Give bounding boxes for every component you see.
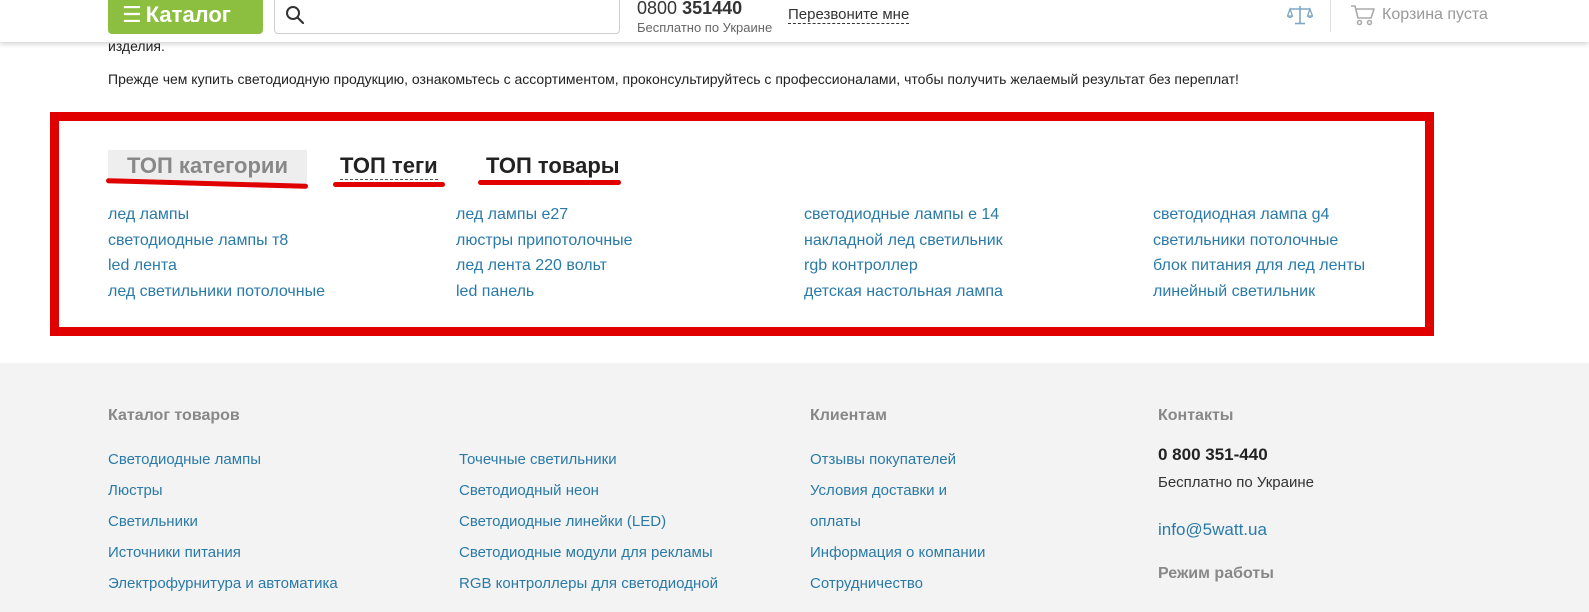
red-underline-goods xyxy=(478,180,621,185)
cart-button[interactable]: Корзина пуста xyxy=(1350,4,1488,26)
top-link[interactable]: светильники потолочные xyxy=(1153,228,1365,254)
catalog-button-label: Каталог xyxy=(145,1,231,27)
footer-link[interactable]: Источники питания xyxy=(108,537,338,568)
footer-phone[interactable]: 0 800 351-440 xyxy=(1158,445,1268,465)
footer-link[interactable]: Сотрудничество xyxy=(810,568,985,599)
burger-icon: ☰ xyxy=(122,1,142,27)
footer-link[interactable]: Светильники xyxy=(108,506,338,537)
top-link[interactable]: накладной лед светильник xyxy=(804,228,1003,254)
footer-link[interactable]: Электрофурнитура и автоматика xyxy=(108,568,338,599)
intro-text: Прежде чем купить светодиодную продукцию… xyxy=(108,71,1239,87)
footer-link[interactable]: Светодиодный неон xyxy=(459,475,718,506)
tab-top-goods[interactable]: ТОП товары xyxy=(486,153,620,179)
site-footer: Каталог товаров Светодиодные лампы Люстр… xyxy=(0,363,1589,612)
compare-scales-icon[interactable] xyxy=(1287,4,1313,26)
top-link[interactable]: лед лампы е27 xyxy=(456,202,633,228)
footer-catalog-title: Каталог товаров xyxy=(108,407,240,424)
top-link[interactable]: блок питания для лед ленты xyxy=(1153,253,1365,279)
phone-subtitle: Бесплатно по Украине xyxy=(637,20,773,35)
footer-link[interactable]: Люстры xyxy=(108,475,338,506)
header-phone[interactable]: 0800 351440 xyxy=(637,0,742,18)
search-icon[interactable] xyxy=(285,5,305,25)
phone-prefix: 0800 xyxy=(637,0,678,18)
top-link[interactable]: лед лента 220 вольт xyxy=(456,253,633,279)
callback-link[interactable]: Перезвоните мне xyxy=(788,6,910,24)
top-link[interactable]: led панель xyxy=(456,279,633,305)
top-link[interactable]: люстры припотолочные xyxy=(456,228,633,254)
footer-link[interactable]: Светодиодные линейки (LED) xyxy=(459,506,718,537)
footer-clients-col: Отзывы покупателей Условия доставки и оп… xyxy=(810,444,985,599)
red-underline-tags xyxy=(333,182,445,187)
footer-phone-subtitle: Бесплатно по Украине xyxy=(1158,474,1314,491)
top-link[interactable]: led лента xyxy=(108,253,325,279)
footer-link[interactable]: RGB контроллеры для светодиодной xyxy=(459,568,718,599)
top-links-col-4: светодиодная лампа g4 светильники потоло… xyxy=(1153,202,1365,304)
top-links-col-1: лед лампы светодиодные лампы т8 led лент… xyxy=(108,202,325,304)
catalog-button[interactable]: ☰ Каталог xyxy=(108,0,263,34)
top-links-col-2: лед лампы е27 люстры припотолочные лед л… xyxy=(456,202,633,304)
cart-icon xyxy=(1351,5,1375,26)
footer-link[interactable]: Точечные светильники xyxy=(459,444,718,475)
top-link[interactable]: светодиодная лампа g4 xyxy=(1153,202,1365,228)
footer-hours-title: Режим работы xyxy=(1158,565,1274,582)
top-link[interactable]: лед лампы xyxy=(108,202,325,228)
top-link[interactable]: светодиодные лампы е 14 xyxy=(804,202,1003,228)
footer-catalog-col-1: Светодиодные лампы Люстры Светильники Ис… xyxy=(108,444,338,599)
footer-email-link[interactable]: info@5watt.ua xyxy=(1158,520,1267,540)
footer-link[interactable]: Условия доставки и xyxy=(810,475,985,506)
footer-link[interactable]: Светодиодные лампы xyxy=(108,444,338,475)
footer-link[interactable]: оплаты xyxy=(810,506,985,537)
top-link[interactable]: линейный светильник xyxy=(1153,279,1365,305)
footer-link[interactable]: Информация о компании xyxy=(810,537,985,568)
cart-label: Корзина пуста xyxy=(1382,6,1488,23)
tab-top-tags[interactable]: ТОП теги xyxy=(340,153,438,180)
top-link[interactable]: лед светильники потолочные xyxy=(108,279,325,305)
footer-link[interactable]: Светодиодные модули для рекламы xyxy=(459,537,718,568)
top-link[interactable]: светодиодные лампы т8 xyxy=(108,228,325,254)
site-header: ☰ Каталог 0800 351440 Бесплатно по Украи… xyxy=(0,0,1589,42)
top-link[interactable]: rgb контроллер xyxy=(804,253,1003,279)
footer-catalog-col-2: Точечные светильники Светодиодный неон С… xyxy=(459,444,718,599)
top-links-col-3: светодиодные лампы е 14 накладной лед св… xyxy=(804,202,1003,304)
footer-link[interactable]: Отзывы покупателей xyxy=(810,444,985,475)
header-divider xyxy=(1330,0,1331,32)
top-link[interactable]: детская настольная лампа xyxy=(804,279,1003,305)
search-input[interactable] xyxy=(274,0,620,34)
phone-main: 351440 xyxy=(682,0,743,18)
footer-contacts-title: Контакты xyxy=(1158,407,1234,424)
footer-clients-title: Клиентам xyxy=(810,407,887,424)
